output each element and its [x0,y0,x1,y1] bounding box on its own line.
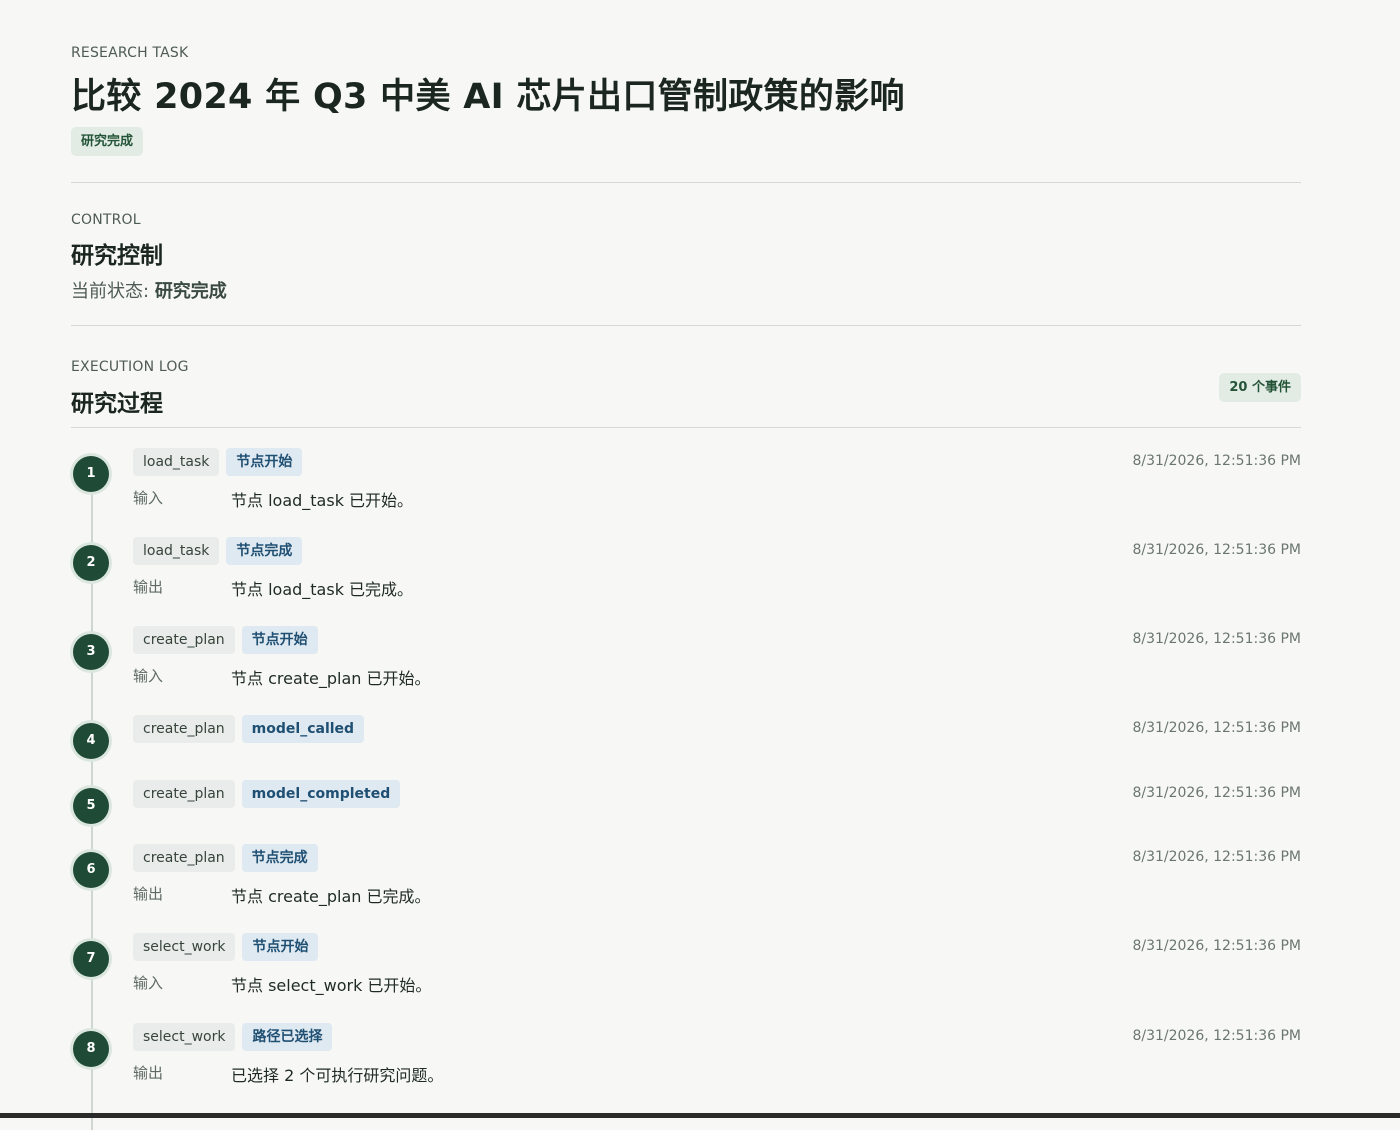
io-label: 输入 [133,489,164,507]
node-tag: load_task [133,537,220,565]
io-text: 节点 load_task 已完成。 [231,580,414,599]
event-timestamp: 8/31/2026, 12:51:36 PM [1132,1028,1301,1044]
io-label: 输出 [133,1064,164,1082]
io-text: 节点 load_task 已开始。 [231,491,414,510]
event-timestamp: 8/31/2026, 12:51:36 PM [1132,938,1301,954]
step-number: 6 [73,852,109,888]
event-timestamp: 8/31/2026, 12:51:36 PM [1132,631,1301,647]
log-title: 研究过程 [71,391,163,417]
io-label: 输出 [133,885,164,903]
divider [71,182,1301,183]
event-tags: create_plan model_completed [133,780,401,808]
io-text: 已选择 2 个可执行研究问题。 [231,1066,444,1085]
node-tag: create_plan [133,626,235,654]
page-title: 比较 2024 年 Q3 中美 AI 芯片出口管制政策的影响 [71,77,905,117]
step-number: 1 [73,456,109,492]
step-number: 2 [73,545,109,581]
divider [71,325,1301,326]
node-tag: load_task [133,448,220,476]
status-badge: 研究完成 [71,127,144,156]
event-tags: select_work 路径已选择 [133,1023,333,1051]
control-title: 研究控制 [71,243,163,269]
control-eyebrow: CONTROL [71,212,141,228]
step-number: 8 [73,1031,109,1067]
event-type-tag: 路径已选择 [242,1023,333,1051]
event-type-tag: 节点开始 [241,626,318,654]
log-eyebrow: EXECUTION LOG [71,359,189,375]
node-tag: create_plan [133,844,235,872]
event-tags: create_plan 节点完成 [133,844,318,872]
event-timestamp: 8/31/2026, 12:51:36 PM [1132,453,1301,469]
io-label: 输出 [133,578,164,596]
node-tag: select_work [133,1023,236,1051]
event-type-tag: 节点开始 [226,448,303,476]
io-text: 节点 create_plan 已完成。 [231,887,431,906]
io-text: 节点 create_plan 已开始。 [231,669,431,688]
step-number: 7 [73,941,109,977]
event-tags: load_task 节点完成 [133,537,303,565]
control-state: 当前状态: 研究完成 [71,277,227,303]
event-type-tag: model_completed [241,780,401,808]
task-eyebrow: RESEARCH TASK [71,45,189,61]
io-label: 输入 [133,974,164,992]
event-type-tag: model_called [241,715,365,743]
step-number: 3 [73,634,109,670]
event-type-tag: 节点完成 [241,844,318,872]
io-label: 输入 [133,667,164,685]
event-timestamp: 8/31/2026, 12:51:36 PM [1132,542,1301,558]
event-type-tag: 节点开始 [242,933,319,961]
event-type-tag: 节点完成 [226,537,303,565]
bottom-edge-bar [0,1113,1400,1118]
event-timestamp: 8/31/2026, 12:51:36 PM [1132,849,1301,865]
event-count-badge: 20 个事件 [1219,373,1301,402]
state-value: 研究完成 [154,281,227,302]
event-timestamp: 8/31/2026, 12:51:36 PM [1132,785,1301,801]
step-number: 4 [73,723,109,759]
node-tag: select_work [133,933,236,961]
event-tags: create_plan 节点开始 [133,626,318,654]
io-text: 节点 select_work 已开始。 [231,976,432,995]
divider [71,427,1301,428]
event-tags: create_plan model_called [133,715,365,743]
node-tag: create_plan [133,715,235,743]
event-tags: load_task 节点开始 [133,448,303,476]
step-number: 5 [73,788,109,824]
event-tags: select_work 节点开始 [133,933,319,961]
state-label: 当前状态: [71,281,150,302]
node-tag: create_plan [133,780,235,808]
event-timestamp: 8/31/2026, 12:51:36 PM [1132,720,1301,736]
